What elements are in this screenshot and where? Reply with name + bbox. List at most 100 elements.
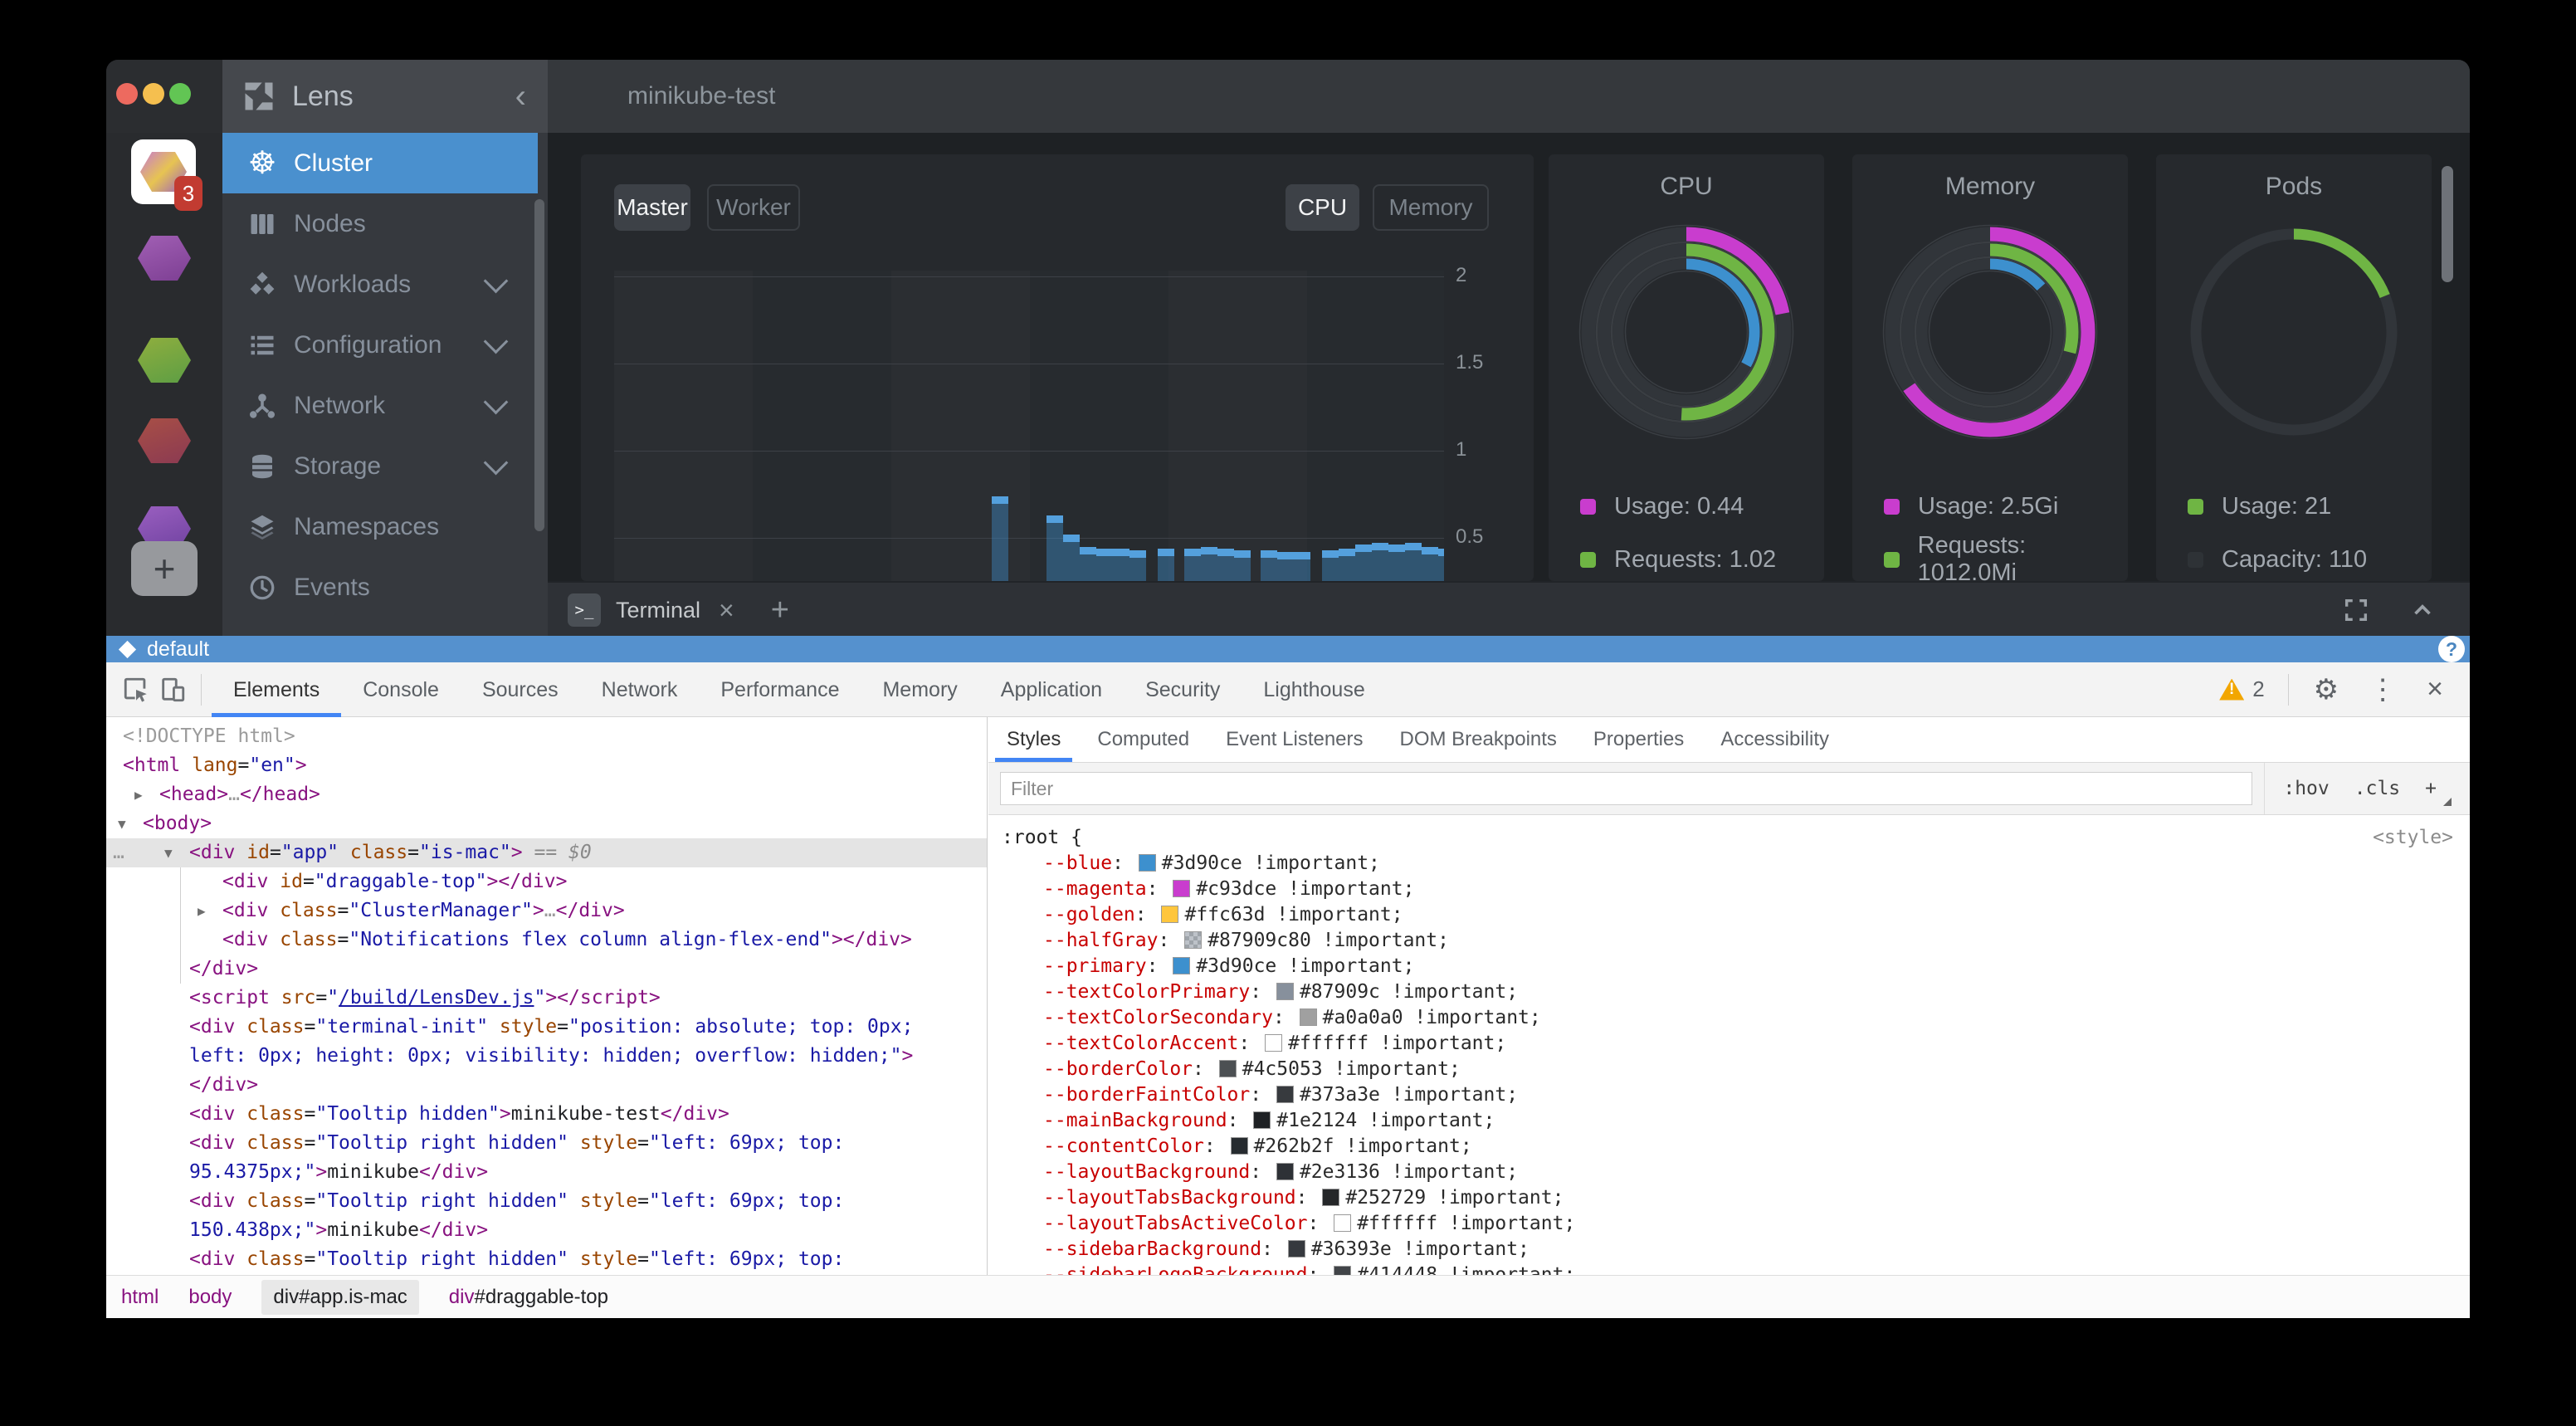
devtools-tab-network[interactable]: Network	[580, 662, 700, 717]
cluster-avatar[interactable]	[138, 338, 191, 383]
tree-expanded-arrow-icon[interactable]: ▼	[164, 838, 173, 867]
devtools-tab-performance[interactable]: Performance	[699, 662, 861, 717]
dom-tree-row[interactable]: <div class="Notifications flex column al…	[106, 925, 987, 955]
sidebar-item-nodes[interactable]: Nodes	[222, 193, 538, 254]
color-swatch[interactable]	[1161, 906, 1178, 923]
dom-tree-row[interactable]: <div class="Tooltip hidden">minikube-tes…	[106, 1100, 987, 1129]
sidebar-collapse-icon[interactable]: ‹	[515, 80, 526, 113]
more-options-icon[interactable]: ⋮	[2354, 673, 2412, 706]
pseudo-state-button[interactable]: :hov	[2283, 778, 2329, 799]
styles-tab-properties[interactable]: Properties	[1575, 717, 1702, 762]
metric-tab-cpu[interactable]: CPU	[1286, 184, 1359, 231]
devtools-tab-memory[interactable]: Memory	[861, 662, 978, 717]
styles-tab-styles[interactable]: Styles	[988, 717, 1079, 762]
inspect-element-icon[interactable]	[118, 671, 154, 708]
breadcrumb-item[interactable]: body	[188, 1280, 232, 1315]
css-variable-row[interactable]: --primary: #3d90ce !important;	[1002, 954, 2461, 979]
terminal-close-icon[interactable]: ×	[719, 595, 734, 626]
color-swatch[interactable]	[1300, 1008, 1317, 1026]
cluster-avatar[interactable]	[138, 236, 191, 281]
css-variable-row[interactable]: --textColorAccent: #ffffff !important;	[1002, 1031, 2461, 1057]
cluster-avatar[interactable]	[138, 418, 191, 463]
css-variable-row[interactable]: --mainBackground: #1e2124 !important;	[1002, 1108, 2461, 1134]
add-cluster-button[interactable]: +	[131, 541, 198, 596]
dock-fullscreen-icon[interactable]	[2342, 596, 2370, 624]
tree-collapsed-arrow-icon[interactable]: ▶	[134, 780, 143, 809]
dom-tree-row[interactable]: 150.438px;">minikube</div>	[106, 1216, 987, 1245]
css-variable-row[interactable]: --golden: #ffc63d !important;	[1002, 902, 2461, 928]
element-classes-button[interactable]: .cls	[2354, 778, 2400, 799]
sidebar-item-events[interactable]: Events	[222, 557, 538, 618]
dock-collapse-icon[interactable]	[2408, 596, 2437, 624]
breadcrumb-item[interactable]: html	[121, 1280, 159, 1315]
node-tab-worker[interactable]: Worker	[707, 184, 800, 231]
css-variable-row[interactable]: --layoutBackground: #2e3136 !important;	[1002, 1160, 2461, 1185]
css-variable-row[interactable]: --sidebarBackground: #36393e !important;	[1002, 1237, 2461, 1262]
dom-tree-row[interactable]: ▼<body>	[106, 809, 987, 838]
color-swatch[interactable]	[1288, 1240, 1305, 1258]
help-icon[interactable]: ?	[2438, 636, 2465, 662]
sidebar-item-cluster[interactable]: ☸Cluster	[222, 133, 538, 193]
styles-tab-event-listeners[interactable]: Event Listeners	[1208, 717, 1381, 762]
tree-collapsed-arrow-icon[interactable]: ▶	[198, 896, 206, 925]
rule-source[interactable]: <style>	[2373, 825, 2461, 851]
css-variable-row[interactable]: --borderFaintColor: #373a3e !important;	[1002, 1082, 2461, 1108]
color-swatch[interactable]	[1173, 880, 1190, 897]
metric-tab-memory[interactable]: Memory	[1373, 184, 1489, 231]
styles-filter-input[interactable]	[1000, 772, 2252, 805]
terminal-icon[interactable]: >_	[568, 593, 601, 627]
color-swatch[interactable]	[1219, 1060, 1237, 1077]
window-zoom-button[interactable]	[169, 83, 191, 105]
color-swatch[interactable]	[1139, 854, 1156, 872]
color-swatch[interactable]	[1173, 957, 1190, 974]
css-variable-row[interactable]: --borderColor: #4c5053 !important;	[1002, 1057, 2461, 1082]
color-swatch[interactable]	[1276, 983, 1294, 1000]
dom-tree-row[interactable]: <div class="Tooltip right hidden" style=…	[106, 1187, 987, 1216]
devtools-tab-sources[interactable]: Sources	[461, 662, 580, 717]
color-swatch[interactable]	[1334, 1266, 1351, 1275]
css-variable-row[interactable]: --layoutTabsActiveColor: #ffffff !import…	[1002, 1211, 2461, 1237]
css-variable-row[interactable]: --contentColor: #262b2f !important;	[1002, 1134, 2461, 1160]
dom-tree-row[interactable]: <script src="/build/LensDev.js"></script…	[106, 984, 987, 1013]
dom-tree-row[interactable]: ▶<div class="ClusterManager">…</div>	[106, 896, 987, 925]
terminal-tab-label[interactable]: Terminal	[616, 598, 700, 623]
devtools-tab-security[interactable]: Security	[1124, 662, 1242, 717]
sidebar-item-storage[interactable]: Storage	[222, 436, 538, 496]
color-swatch[interactable]	[1334, 1214, 1351, 1232]
devtools-close-icon[interactable]: ×	[2412, 673, 2458, 706]
dom-tree-row[interactable]: <div class="Tooltip right hidden" style=…	[106, 1129, 987, 1158]
sidebar-item-configuration[interactable]: Configuration	[222, 315, 538, 375]
css-variable-row[interactable]: --textColorSecondary: #a0a0a0 !important…	[1002, 1005, 2461, 1031]
sidebar-item-workloads[interactable]: Workloads	[222, 254, 538, 315]
devtools-tab-console[interactable]: Console	[341, 662, 461, 717]
color-swatch[interactable]	[1276, 1086, 1294, 1103]
dom-tree-row[interactable]: <div class="Tooltip right hidden" style=…	[106, 1245, 987, 1274]
styles-tab-computed[interactable]: Computed	[1079, 717, 1208, 762]
window-minimize-button[interactable]	[143, 83, 164, 105]
dom-tree-row[interactable]: 95.4375px;">minikube</div>	[106, 1158, 987, 1187]
css-variable-row[interactable]: --textColorPrimary: #87909c !important;	[1002, 979, 2461, 1005]
tree-expanded-arrow-icon[interactable]: ▼	[118, 809, 126, 838]
dom-tree-row[interactable]: <div class="terminal-init" style="positi…	[106, 1013, 987, 1042]
color-swatch[interactable]	[1276, 1163, 1294, 1180]
devtools-tab-elements[interactable]: Elements	[212, 662, 341, 717]
settings-gear-icon[interactable]: ⚙	[2299, 673, 2354, 706]
breadcrumb-item[interactable]: div#draggable-top	[449, 1280, 608, 1315]
dom-tree-row[interactable]: <div id="draggable-top"></div>	[106, 867, 987, 896]
row-menu-dots-icon[interactable]: …	[113, 838, 124, 867]
dom-tree-row[interactable]: </div>	[106, 955, 987, 984]
dom-tree-row[interactable]: ▼…<div id="app" class="is-mac"> == $0	[106, 838, 987, 867]
node-tab-master[interactable]: Master	[614, 184, 690, 231]
new-style-rule-button[interactable]: +	[2425, 778, 2437, 799]
devtools-tab-lighthouse[interactable]: Lighthouse	[1242, 662, 1386, 717]
dom-tree-row[interactable]: <!DOCTYPE html>	[106, 722, 987, 751]
css-variable-row[interactable]: --layoutTabsBackground: #252729 !importa…	[1002, 1185, 2461, 1211]
css-variable-row[interactable]: --magenta: #c93dce !important;	[1002, 877, 2461, 902]
color-swatch[interactable]	[1265, 1034, 1282, 1052]
dom-tree-row[interactable]: ▶<head>…</head>	[106, 780, 987, 809]
sidebar-item-namespaces[interactable]: Namespaces	[222, 496, 538, 557]
console-warnings[interactable]: 2	[2219, 676, 2264, 702]
css-variable-row[interactable]: --blue: #3d90ce !important;	[1002, 851, 2461, 877]
rule-selector[interactable]: :root {	[1002, 825, 1082, 851]
color-swatch[interactable]	[1231, 1137, 1248, 1155]
